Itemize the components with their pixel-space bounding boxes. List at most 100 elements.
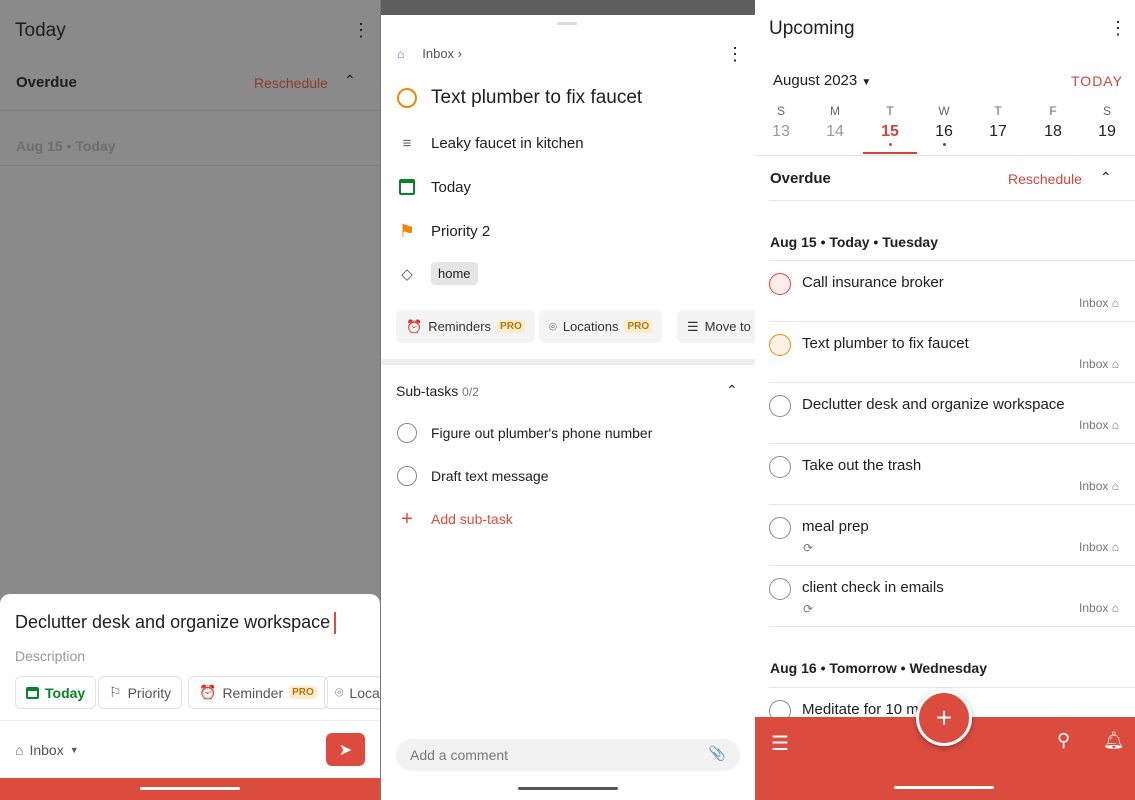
priority-chip[interactable]: ⚐ Priority bbox=[98, 676, 183, 709]
chip-label: Priority bbox=[127, 684, 172, 701]
day-cell-selected[interactable]: T 15 bbox=[870, 104, 910, 146]
inbox-icon: ⌂ bbox=[15, 742, 24, 758]
task-item[interactable]: meal prep ⟳ Inbox ⌂ bbox=[769, 505, 1135, 566]
selected-indicator bbox=[863, 152, 917, 154]
page-title: Today bbox=[15, 20, 66, 41]
locations-button[interactable]: ⌾ Locations PRO bbox=[539, 310, 663, 343]
today-chip[interactable]: Today bbox=[15, 676, 97, 709]
task-checkbox[interactable] bbox=[769, 395, 791, 417]
task-item[interactable]: Declutter desk and organize workspace Inb… bbox=[769, 383, 1135, 444]
add-subtask-button[interactable]: + Add sub-task bbox=[397, 508, 513, 530]
collapse-icon[interactable]: ⌃ bbox=[344, 72, 356, 89]
task-title[interactable]: Text plumber to fix faucet bbox=[431, 87, 642, 109]
description-icon: ≡ bbox=[402, 134, 412, 152]
label-chip[interactable]: home bbox=[431, 262, 478, 285]
search-icon[interactable]: ⚲ bbox=[1057, 730, 1070, 751]
description-input[interactable]: Description bbox=[15, 648, 85, 664]
task-item[interactable]: Take out the trash Inbox ⌂ bbox=[769, 444, 1135, 505]
day-letter: F bbox=[1049, 104, 1057, 118]
more-icon[interactable]: ⋮ bbox=[352, 20, 370, 41]
reminder-chip[interactable]: ⏰ Reminder PRO bbox=[188, 676, 328, 709]
day-letter: S bbox=[1102, 104, 1111, 118]
task-project: Inbox ⌂ bbox=[1079, 418, 1119, 432]
task-checkbox[interactable] bbox=[769, 578, 791, 600]
add-subtask-label: Add sub-task bbox=[431, 511, 513, 527]
location-chip[interactable]: ⌾ Loca bbox=[324, 676, 380, 709]
reschedule-link[interactable]: Reschedule bbox=[1008, 171, 1082, 187]
send-button[interactable]: ➤ bbox=[326, 733, 365, 766]
subtask-checkbox[interactable] bbox=[397, 466, 417, 486]
move-to-button[interactable]: ☰ Move to bbox=[677, 310, 755, 343]
collapse-icon[interactable]: ⌃ bbox=[726, 382, 738, 399]
task-project: Inbox ⌂ bbox=[1079, 601, 1119, 615]
text-cursor bbox=[334, 612, 337, 635]
task-item[interactable]: Call insurance broker Inbox ⌂ bbox=[769, 261, 1135, 322]
day-cell[interactable]: S 19 bbox=[1087, 104, 1127, 141]
page-title: Upcoming bbox=[769, 18, 855, 39]
menu-icon[interactable]: ☰ bbox=[771, 731, 789, 756]
task-checkbox[interactable] bbox=[769, 456, 791, 478]
priority-row[interactable]: ⚑ Priority 2 bbox=[397, 221, 490, 241]
comment-placeholder: Add a comment bbox=[410, 747, 509, 763]
description-row[interactable]: ≡ Leaky faucet in kitchen bbox=[397, 133, 584, 153]
due-date: Today bbox=[431, 178, 472, 196]
reschedule-link[interactable]: Reschedule bbox=[254, 75, 328, 91]
day-number: 14 bbox=[826, 123, 844, 140]
task-checkbox[interactable] bbox=[769, 334, 791, 356]
flag-icon: ⚑ bbox=[398, 220, 416, 241]
day-number: 19 bbox=[1098, 123, 1116, 140]
drag-handle[interactable] bbox=[557, 22, 577, 25]
day-cell[interactable]: F 18 bbox=[1033, 104, 1073, 141]
home-handle[interactable] bbox=[518, 787, 618, 790]
collapse-icon[interactable]: ⌃ bbox=[1100, 169, 1112, 186]
task-title: Take out the trash bbox=[802, 457, 922, 474]
task-checkbox[interactable] bbox=[769, 517, 791, 539]
day-cell[interactable]: T 17 bbox=[978, 104, 1018, 141]
more-icon[interactable]: ⋮ bbox=[726, 44, 744, 65]
day-cell[interactable]: W 16 bbox=[924, 104, 964, 146]
home-handle[interactable] bbox=[894, 786, 994, 789]
task-project: Inbox ⌂ bbox=[1079, 296, 1119, 310]
home-handle[interactable] bbox=[140, 787, 240, 790]
day-number: 13 bbox=[772, 123, 790, 140]
task-item[interactable]: Text plumber to fix faucet Inbox ⌂ bbox=[769, 322, 1135, 383]
month-selector[interactable]: August 2023 ▼ bbox=[773, 72, 871, 89]
day-cell[interactable]: M 14 bbox=[815, 104, 855, 141]
day-cell[interactable]: S 13 bbox=[761, 104, 801, 141]
pro-badge: PRO bbox=[624, 320, 653, 333]
due-date-row[interactable]: Today bbox=[397, 177, 471, 197]
calendar-icon bbox=[26, 686, 39, 699]
project-selector[interactable]: ⌂ Inbox ▼ bbox=[15, 742, 79, 758]
task-checkbox[interactable] bbox=[769, 273, 791, 295]
inbox-icon: ⌂ bbox=[1111, 601, 1119, 615]
subtask-item[interactable]: Draft text message bbox=[397, 466, 549, 486]
reminders-button[interactable]: ⏰ Reminders PRO bbox=[396, 310, 535, 343]
date-header: Aug 15 • Today bbox=[16, 138, 116, 154]
task-name-input[interactable]: Declutter desk and organize workspace bbox=[15, 612, 337, 635]
add-task-fab[interactable]: + bbox=[916, 690, 972, 746]
task-item[interactable]: client check in emails ⟳ Inbox ⌂ bbox=[769, 566, 1135, 627]
pro-badge: PRO bbox=[289, 686, 317, 699]
inbox-icon: ⌂ bbox=[1111, 540, 1119, 554]
priority-text: Priority 2 bbox=[431, 222, 491, 240]
breadcrumb[interactable]: ⌂ Inbox › bbox=[397, 46, 462, 61]
comment-input[interactable]: Add a comment 📎 bbox=[396, 739, 740, 771]
chip-label: Today bbox=[45, 684, 86, 701]
dropdown-icon: ▼ bbox=[861, 77, 872, 88]
subtask-checkbox[interactable] bbox=[397, 423, 417, 443]
upcoming-panel: Upcoming ⋮ August 2023 ▼ TODAY S 13 M 14 T… bbox=[755, 0, 1135, 800]
task-checkbox[interactable] bbox=[397, 88, 417, 108]
more-icon[interactable]: ⋮ bbox=[1109, 18, 1127, 39]
subtask-item[interactable]: Figure out plumber's phone number bbox=[397, 423, 652, 443]
subtask-title: Draft text message bbox=[431, 468, 549, 484]
location-icon: ⌾ bbox=[335, 684, 344, 700]
today-button[interactable]: TODAY bbox=[1071, 73, 1123, 89]
overdue-header: Overdue bbox=[770, 170, 831, 187]
inbox-icon: ⌂ bbox=[1111, 418, 1119, 432]
attachment-icon[interactable]: 📎 bbox=[709, 745, 726, 762]
day-letter: W bbox=[938, 104, 950, 118]
subtasks-header[interactable]: Sub-tasks 0/2 bbox=[396, 383, 479, 399]
plus-icon: + bbox=[935, 702, 953, 733]
task-title: client check in emails bbox=[802, 579, 944, 596]
notifications-icon[interactable]: 🔔︎ bbox=[1103, 731, 1125, 751]
